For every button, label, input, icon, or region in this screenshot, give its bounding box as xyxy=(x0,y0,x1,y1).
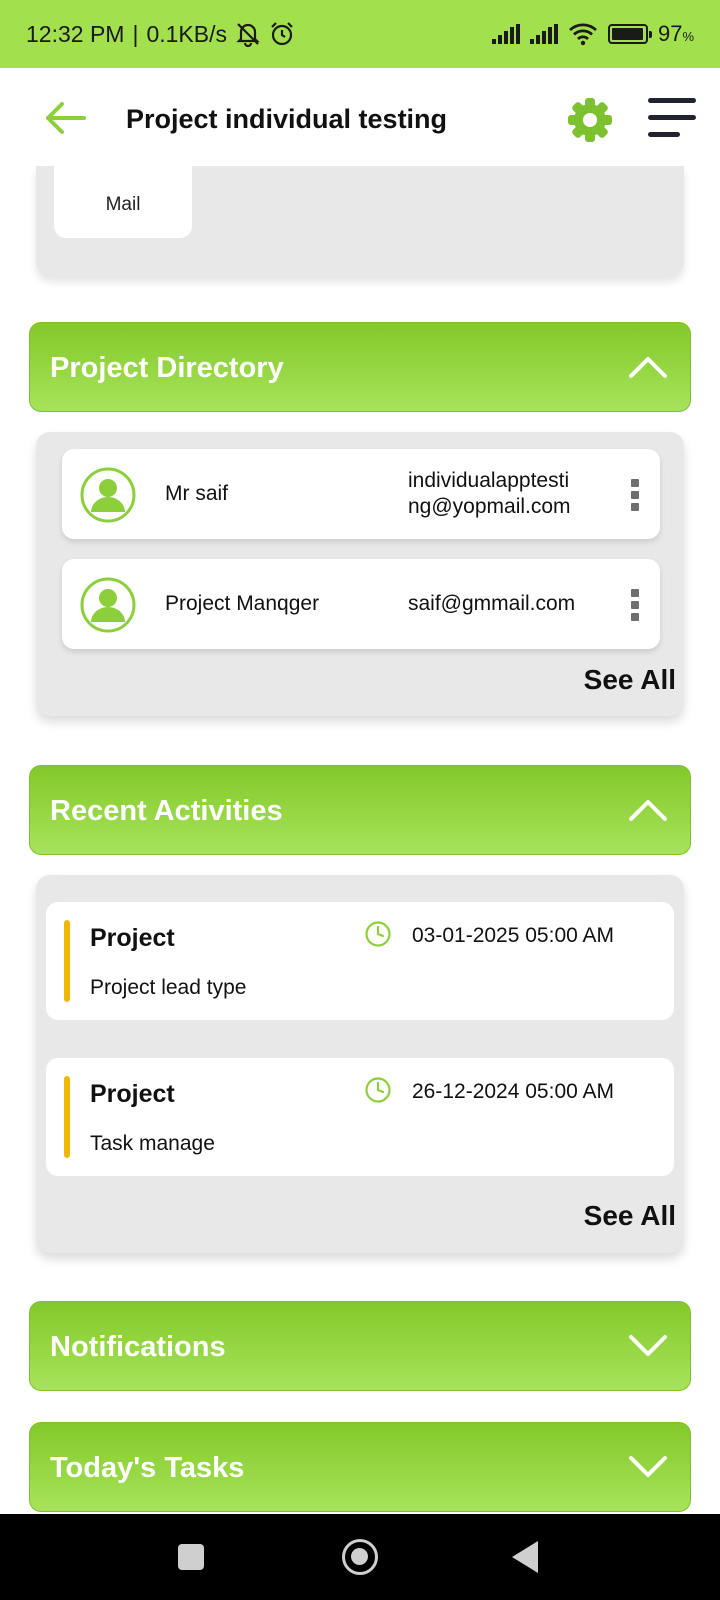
alarm-icon xyxy=(271,22,293,46)
home-button[interactable] xyxy=(342,1539,378,1575)
activity-title: Project xyxy=(90,1080,175,1108)
chevron-up-icon xyxy=(629,357,667,378)
system-navigation-bar xyxy=(0,1514,720,1600)
activity-subtitle: Project lead type xyxy=(90,976,247,999)
mail-tile[interactable]: Mail xyxy=(54,166,192,238)
contact-email: individualapptesting@yopmail.com xyxy=(408,469,571,518)
activity-item[interactable]: Project Project lead type 03-01-2025 05:… xyxy=(46,902,674,1020)
more-vert-icon[interactable] xyxy=(631,589,639,621)
contact-row[interactable]: Mr saif individualapptesting@yopmail.com xyxy=(62,449,660,539)
gear-icon[interactable] xyxy=(566,96,614,144)
activity-datetime: 03-01-2025 05:00 AM xyxy=(412,924,614,947)
recent-activities-title: Recent Activities xyxy=(50,794,283,827)
chevron-down-icon xyxy=(629,1456,667,1477)
project-directory-header[interactable]: Project Directory xyxy=(29,322,691,412)
directory-see-all-link[interactable]: See All xyxy=(584,664,676,696)
todays-tasks-header[interactable]: Today's Tasks xyxy=(29,1422,691,1512)
activities-see-all-link[interactable]: See All xyxy=(584,1200,676,1232)
status-time: 12:32 PM xyxy=(26,20,125,47)
status-separator: | xyxy=(132,20,139,47)
battery-icon xyxy=(607,24,652,44)
contact-email: saif@gmmail.com xyxy=(408,592,576,615)
activity-accent-bar xyxy=(64,1076,70,1158)
chevron-up-icon xyxy=(629,800,667,821)
activity-accent-bar xyxy=(64,920,70,1002)
wifi-icon xyxy=(568,23,597,46)
chevron-down-icon xyxy=(629,1335,667,1356)
clock-icon xyxy=(365,1077,391,1103)
contact-row[interactable]: Project Manqger saif@gmmail.com xyxy=(62,559,660,649)
page-title: Project individual testing xyxy=(126,103,448,134)
cell-signal-icon xyxy=(491,24,520,44)
contact-name: Mr saif xyxy=(165,482,228,505)
recents-button[interactable] xyxy=(178,1544,204,1570)
back-arrow-icon[interactable] xyxy=(42,98,88,138)
notifications-title: Notifications xyxy=(50,1330,226,1363)
activity-item[interactable]: Project Task manage 26-12-2024 05:00 AM xyxy=(46,1058,674,1176)
project-directory-title: Project Directory xyxy=(50,351,284,384)
activity-title: Project xyxy=(90,924,175,952)
recent-activities-header[interactable]: Recent Activities xyxy=(29,765,691,855)
system-back-button[interactable] xyxy=(512,1541,538,1573)
status-bar: 12:32 PM | 0.1KB/s 97% xyxy=(0,0,720,68)
hamburger-menu-icon[interactable] xyxy=(648,98,696,142)
mute-bell-icon xyxy=(236,23,260,47)
clock-icon xyxy=(365,921,391,947)
cell-signal-icon xyxy=(529,24,558,44)
app-header: Project individual testing xyxy=(0,68,720,170)
avatar-icon xyxy=(80,577,136,633)
activity-datetime: 26-12-2024 05:00 AM xyxy=(412,1080,614,1103)
contact-name: Project Manqger xyxy=(165,592,320,615)
status-network-speed: 0.1KB/s xyxy=(146,20,227,47)
notifications-header[interactable]: Notifications xyxy=(29,1301,691,1391)
battery-percent: 97% xyxy=(657,21,694,46)
activity-subtitle: Task manage xyxy=(90,1132,215,1155)
todays-tasks-title: Today's Tasks xyxy=(50,1451,245,1484)
mail-label: Mail xyxy=(105,194,141,215)
more-vert-icon[interactable] xyxy=(631,479,639,511)
avatar-icon xyxy=(80,467,136,523)
